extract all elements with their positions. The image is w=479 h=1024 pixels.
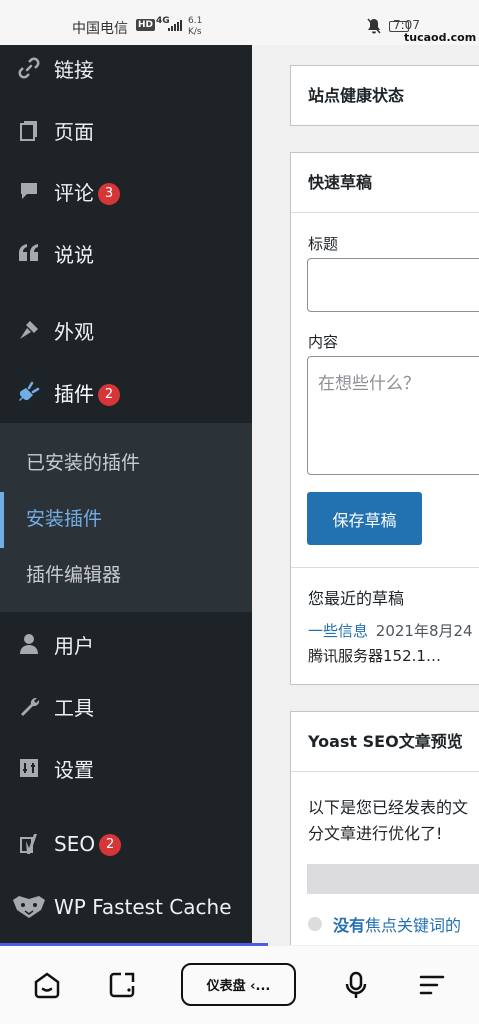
menu-icon[interactable] — [417, 970, 447, 1000]
hd-badge: HD — [136, 19, 156, 31]
sidebar-item-users[interactable]: 用户 — [0, 615, 252, 673]
sidebar-item-label: 说说 — [54, 242, 94, 267]
widget-title[interactable]: 快速草稿 — [291, 153, 479, 212]
sidebar-item-settings[interactable]: 设置 — [0, 739, 252, 797]
comment-count-badge: 3 — [98, 182, 120, 205]
recent-drafts-heading: 您最近的草稿 — [308, 589, 405, 608]
seo-check-prefix[interactable]: 没有 — [333, 912, 365, 936]
seo-check-text[interactable]: 焦点关键词的 — [365, 912, 461, 936]
submenu-item-installed-plugins[interactable]: 已安装的插件 — [0, 436, 252, 486]
yoast-seo-widget: Yoast SEO文章预览 以下是您已经发表的文 分文章进行优化了! 没有 焦点… — [290, 711, 479, 945]
yoast-description: 以下是您已经发表的文 分文章进行优化了! — [308, 795, 468, 847]
sidebar-item-plugins[interactable]: 插件 2 — [0, 363, 252, 421]
sidebar-item-label: 工具 — [54, 695, 94, 720]
widget-title[interactable]: 站点健康状态 — [291, 66, 479, 125]
sidebar-item-links[interactable]: 链接 — [0, 39, 252, 97]
sidebar-item-pages[interactable]: 页面 — [0, 101, 252, 159]
pages-icon — [17, 118, 41, 142]
draft-title-label: 标题 — [308, 235, 339, 253]
plugins-icon — [17, 380, 41, 404]
seo-check-item: 没有 焦点关键词的 — [308, 912, 461, 936]
sidebar-item-comments[interactable]: 评论 3 — [0, 162, 252, 220]
users-icon — [17, 632, 41, 656]
recent-draft-item: 一些信息 2021年8月24 — [308, 620, 473, 641]
cheetah-icon — [10, 895, 48, 919]
draft-content-textarea[interactable]: 在想些什么？ — [307, 356, 479, 475]
clock-time: 7:07 — [393, 18, 420, 32]
loading-placeholder-bar — [307, 864, 479, 894]
comments-icon — [17, 179, 41, 203]
signal-icon — [168, 20, 182, 31]
sidebar-item-shuoshuo[interactable]: 说说 — [0, 224, 252, 282]
sidebar-item-label: 用户 — [54, 633, 94, 658]
sidebar-item-appearance[interactable]: 外观 — [0, 301, 252, 359]
settings-icon — [17, 756, 41, 780]
draft-title-input[interactable] — [307, 258, 479, 312]
quote-icon — [17, 241, 41, 265]
divider — [291, 567, 479, 568]
save-draft-button[interactable]: 保存草稿 — [307, 492, 422, 545]
recent-draft-excerpt: 腾讯服务器152.1… — [308, 647, 441, 665]
draft-content-label: 内容 — [308, 333, 339, 351]
yoast-icon — [17, 832, 41, 856]
open-in-new-icon[interactable] — [107, 970, 137, 1000]
sidebar-item-wp-fastest-cache[interactable]: WP Fastest Cache — [0, 878, 252, 936]
carrier-name: 中国电信 — [72, 21, 128, 37]
sidebar-item-label: SEO 2 — [54, 832, 122, 856]
sidebar-item-label: WP Fastest Cache — [54, 895, 232, 919]
appearance-icon — [17, 318, 41, 342]
sidebar-item-seo[interactable]: SEO 2 — [0, 815, 252, 873]
plugins-submenu: 已安装的插件 安装插件 插件编辑器 — [0, 423, 252, 612]
submenu-item-add-plugins[interactable]: 安装插件 — [0, 492, 252, 548]
network-speed: 6.1 K/s — [188, 16, 202, 38]
dashboard-main: 站点健康状态 快速草稿 标题 内容 在想些什么？ 保存草稿 您最近的草稿 一些信… — [252, 45, 479, 945]
plugin-update-badge: 2 — [98, 383, 120, 406]
microphone-icon[interactable] — [341, 970, 371, 1000]
mute-icon — [367, 18, 381, 38]
sidebar-item-label: 页面 — [54, 119, 94, 144]
status-dot-icon — [308, 917, 322, 931]
divider — [291, 771, 479, 772]
current-tab-button[interactable]: 仪表盘 ‹... — [181, 963, 296, 1006]
yoast-description-line: 分文章进行优化了! — [308, 824, 443, 843]
watermark-text: tucaod.com — [404, 31, 477, 44]
tools-icon — [17, 694, 41, 718]
sidebar-item-label: 评论 3 — [54, 177, 120, 206]
yoast-description-line: 以下是您已经发表的文 — [308, 798, 469, 817]
sidebar-item-label: 插件 2 — [54, 378, 120, 407]
seo-notification-badge: 2 — [99, 834, 122, 856]
divider — [291, 212, 479, 213]
submenu-item-plugin-editor[interactable]: 插件编辑器 — [0, 548, 252, 598]
sidebar-item-label: 外观 — [54, 319, 94, 344]
admin-sidebar: 链接 页面 评论3 说说 外观 插件2 已安装的插件 安装插件 插件编辑器 — [0, 45, 252, 945]
widget-title[interactable]: Yoast SEO文章预览 — [291, 712, 479, 772]
sidebar-item-tools[interactable]: 工具 — [0, 677, 252, 735]
home-icon[interactable] — [32, 970, 62, 1000]
recent-draft-date: 2021年8月24 — [375, 622, 473, 640]
speed-value: 6.1 — [188, 16, 203, 26]
sidebar-item-label: 设置 — [54, 757, 94, 782]
quick-draft-widget: 快速草稿 标题 内容 在想些什么？ 保存草稿 您最近的草稿 一些信息 2021年… — [290, 152, 479, 685]
speed-unit: K/s — [188, 27, 202, 37]
recent-draft-link[interactable]: 一些信息 — [308, 622, 368, 640]
site-health-widget: 站点健康状态 — [290, 65, 479, 126]
sidebar-item-label: 链接 — [54, 57, 94, 82]
browser-bottom-bar: 仪表盘 ‹... — [0, 946, 479, 1024]
link-icon — [17, 56, 41, 80]
